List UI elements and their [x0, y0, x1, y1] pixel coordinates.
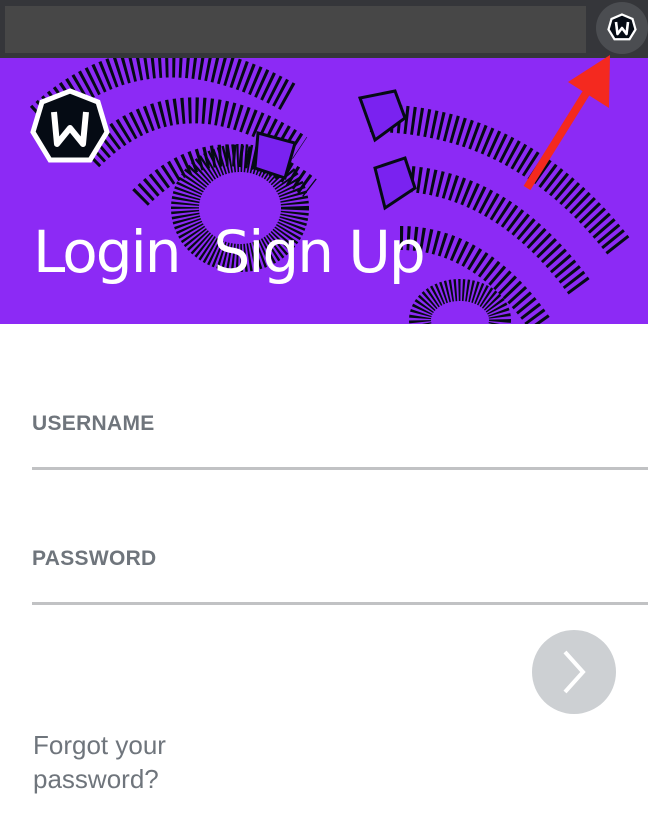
forgot-password-line1: Forgot your	[33, 730, 166, 760]
windscribe-logo-icon	[607, 13, 637, 41]
tab-login[interactable]: Login	[33, 218, 181, 286]
login-submit-button[interactable]	[532, 630, 616, 714]
username-label: USERNAME	[32, 412, 155, 435]
browser-toolbar	[0, 0, 648, 58]
chevron-right-icon	[563, 650, 586, 694]
header-banner: Login Sign Up	[0, 58, 648, 324]
username-input[interactable]	[32, 436, 648, 470]
password-field: PASSWORD	[32, 547, 648, 605]
password-input[interactable]	[32, 571, 648, 605]
forgot-password-line2: password?	[33, 764, 159, 794]
password-label: PASSWORD	[32, 547, 157, 570]
windscribe-extension-button[interactable]	[596, 2, 648, 54]
auth-tabs: Login Sign Up	[33, 218, 426, 286]
address-bar[interactable]	[5, 6, 586, 53]
tab-sign-up[interactable]: Sign Up	[213, 218, 425, 286]
windscribe-logo-icon	[30, 88, 110, 163]
forgot-password-link[interactable]: Forgot your password?	[33, 728, 233, 796]
username-field: USERNAME	[32, 412, 648, 470]
